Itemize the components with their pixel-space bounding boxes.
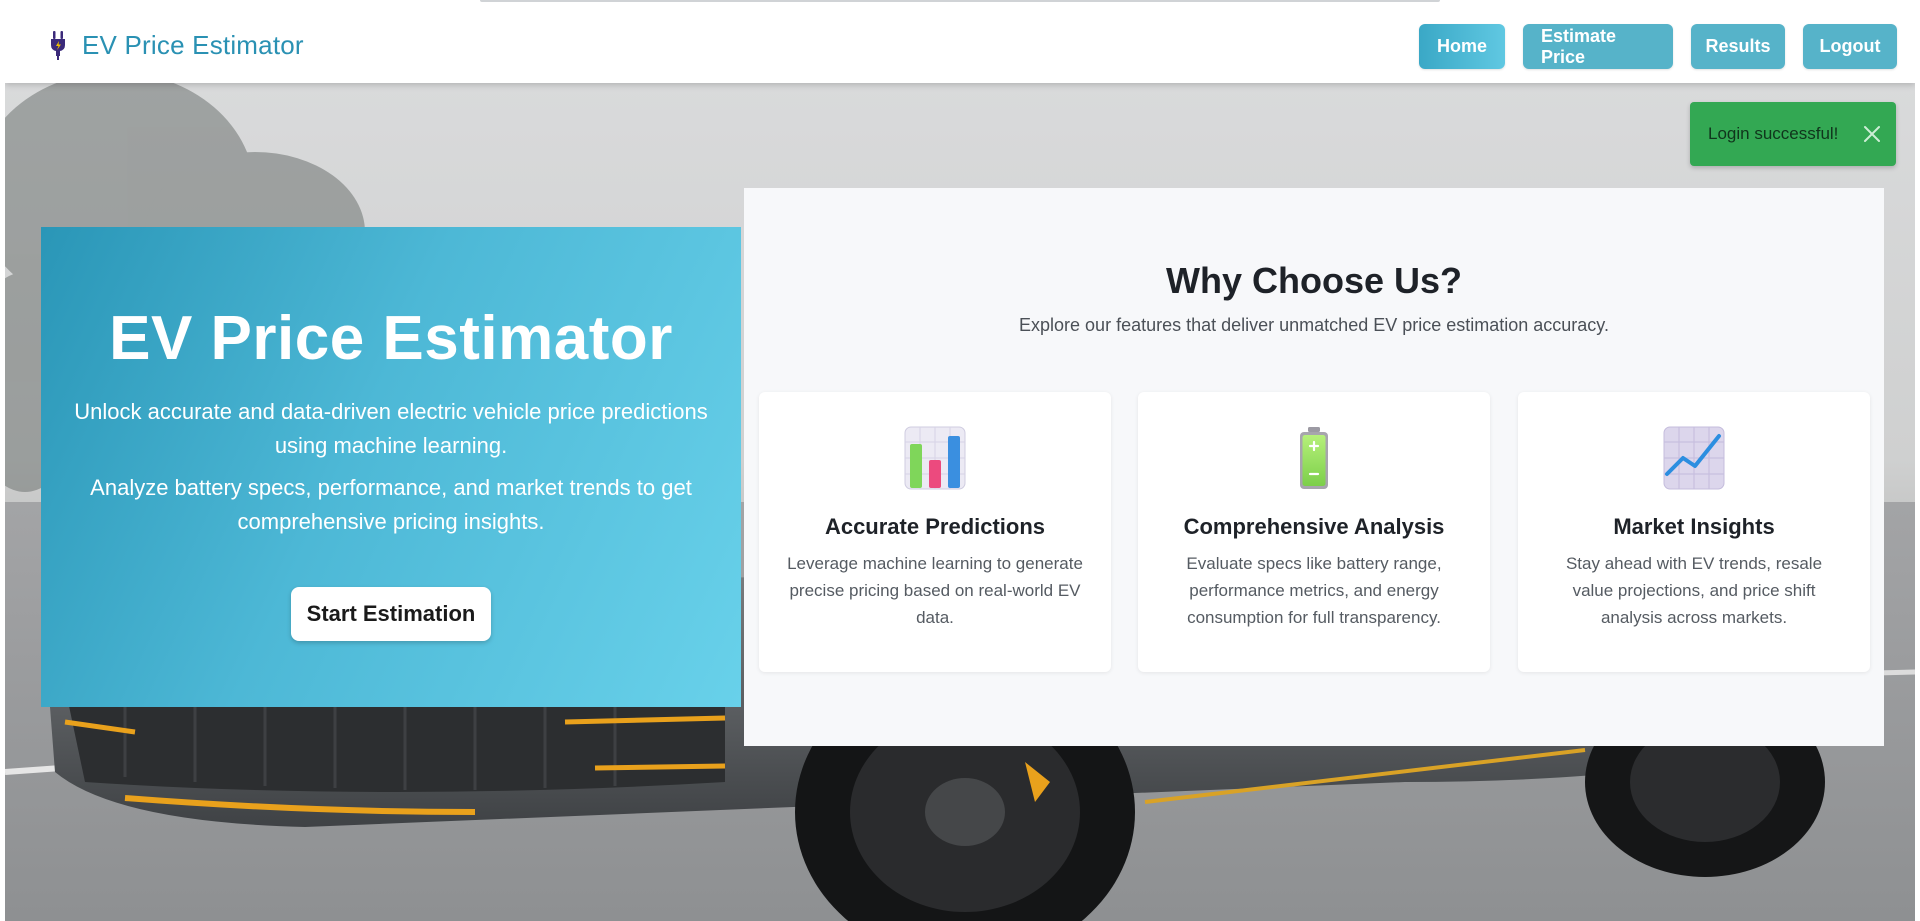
hero-description-1: Unlock accurate and data-driven electric…: [74, 399, 708, 458]
nav-logout-button[interactable]: Logout: [1803, 24, 1897, 69]
navbar: EV Price Estimator Home Estimate Price R…: [5, 6, 1915, 83]
hero-panel: EV Price Estimator Unlock accurate and d…: [41, 227, 741, 707]
card-title: Market Insights: [1613, 514, 1775, 539]
feature-card-comprehensive-analysis: Comprehensive Analysis Evaluate specs li…: [1138, 392, 1490, 672]
toast-message: Login successful!: [1708, 124, 1839, 143]
brand-name: EV Price Estimator: [82, 29, 304, 60]
features-subtitle: Explore our features that deliver unmatc…: [1019, 315, 1609, 335]
brand[interactable]: EV Price Estimator: [48, 28, 304, 62]
battery-icon: [1283, 426, 1345, 490]
hero-title: EV Price Estimator: [109, 304, 673, 373]
nav-results-button[interactable]: Results: [1691, 24, 1785, 69]
card-title: Comprehensive Analysis: [1183, 514, 1445, 539]
page: EV Price Estimator Home Estimate Price R…: [5, 6, 1915, 921]
features-title: Why Choose Us?: [1165, 260, 1462, 301]
nav-home-button[interactable]: Home: [1419, 24, 1505, 69]
card-description: Evaluate specs like battery range, perfo…: [1186, 554, 1442, 627]
trend-chart-icon: [1663, 426, 1725, 490]
close-icon[interactable]: [1862, 124, 1882, 144]
nav-buttons: Home Estimate Price Results Logout: [1419, 24, 1897, 69]
login-success-toast: Login successful!: [1690, 102, 1896, 166]
bar-chart-icon: [904, 426, 966, 490]
feature-card-market-insights: Market Insights Stay ahead with EV trend…: [1518, 392, 1870, 672]
hero-description-2: Analyze battery specs, performance, and …: [90, 475, 692, 534]
ev-plug-icon: [48, 30, 68, 60]
features-section: Why Choose Us? Explore our features that…: [744, 188, 1884, 746]
card-description: Leverage machine learning to generate pr…: [787, 554, 1083, 627]
card-description: Stay ahead with EV trends, resale value …: [1565, 554, 1823, 627]
nav-estimate-price-button[interactable]: Estimate Price: [1523, 24, 1673, 69]
start-estimation-button[interactable]: Start Estimation: [291, 587, 491, 641]
card-title: Accurate Predictions: [824, 514, 1046, 539]
feature-card-accurate-predictions: Accurate Predictions Leverage machine le…: [759, 392, 1111, 672]
